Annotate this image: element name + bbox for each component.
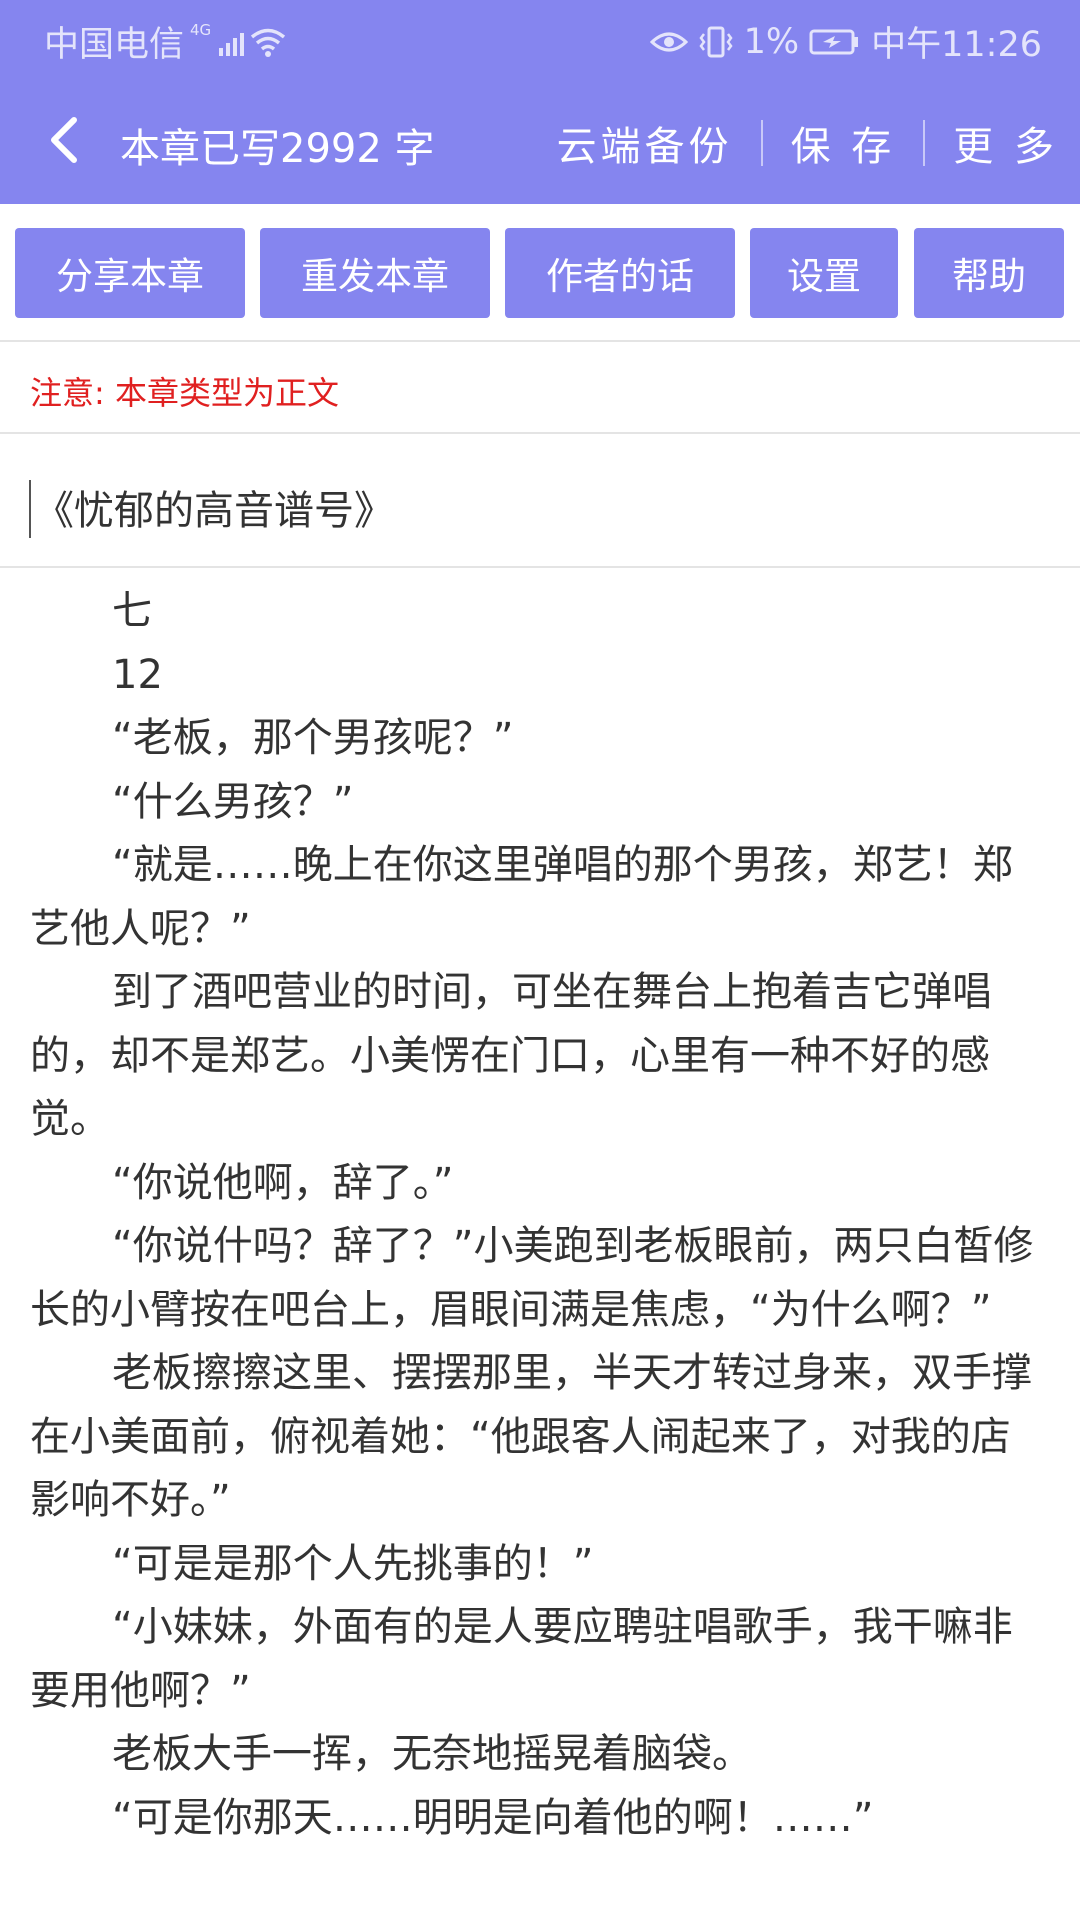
battery-icon bbox=[809, 29, 859, 54]
network-type: 4G bbox=[190, 20, 212, 39]
chapter-word-count: 本章已写2992 字 bbox=[120, 126, 435, 172]
body-paragraph: 12 bbox=[112, 651, 163, 698]
share-chapter-button[interactable]: 分享本章 bbox=[15, 228, 245, 318]
notice-text: 注意: 本章类型为正文 bbox=[30, 374, 339, 412]
chapter-body-editor[interactable]: 七 12 “老板，那个男孩呢？” “什么男孩？” “就是……晚上在你这里弹唱的那个男孩，… bbox=[30, 580, 1046, 1920]
battery-percent: 1% bbox=[743, 21, 800, 62]
chapter-type-notice: 注意: 本章类型为正文 bbox=[0, 342, 1080, 434]
cloud-backup-button[interactable]: 云端备份 bbox=[529, 114, 761, 172]
body-paragraph: “小妹妹，外面有的是人要应聘驻唱歌手，我干嘛非要用他啊？” bbox=[30, 1604, 1013, 1714]
status-bar: 中国电信 4G 1% 中午11:26 bbox=[0, 0, 1080, 78]
body-paragraph: 到了酒吧营业的时间，可坐在舞台上抱着吉它弹唱的，却不是郑艺。小美愣在门口，心里有… bbox=[30, 969, 992, 1142]
body-paragraph: “老板，那个男孩呢？” bbox=[112, 715, 514, 761]
more-button[interactable]: 更 多 bbox=[925, 114, 1058, 172]
chapter-title[interactable]: 《忧郁的高音谱号》 bbox=[34, 478, 394, 536]
wifi-icon bbox=[251, 28, 286, 57]
text-cursor bbox=[29, 480, 31, 538]
body-paragraph: “什么男孩？” bbox=[112, 778, 354, 825]
settings-button[interactable]: 设置 bbox=[750, 228, 898, 318]
toolbar: 分享本章 重发本章 作者的话 设置 帮助 bbox=[0, 204, 1080, 342]
vibrate-icon bbox=[699, 26, 733, 57]
body-paragraph: 七 bbox=[112, 588, 152, 634]
body-paragraph: 老板擦擦这里、摆摆那里，半天才转过身来，双手撑在小美面前，俯视着她：“他跟客人闹… bbox=[30, 1350, 1032, 1523]
body-paragraph: “就是……晚上在你这里弹唱的那个男孩，郑艺！郑艺他人呢？” bbox=[30, 842, 1013, 952]
republish-chapter-button[interactable]: 重发本章 bbox=[260, 228, 490, 318]
clock: 中午11:26 bbox=[871, 25, 1042, 65]
carrier-label: 中国电信 bbox=[44, 25, 185, 65]
header-actions: 云端备份 保 存 更 多 bbox=[529, 114, 1058, 172]
chapter-title-field[interactable]: 《忧郁的高音谱号》 bbox=[0, 434, 1080, 568]
back-arrow-icon bbox=[51, 117, 77, 163]
status-right: 1% 中午11:26 bbox=[649, 16, 1042, 67]
eye-icon bbox=[649, 32, 688, 51]
help-button[interactable]: 帮助 bbox=[914, 228, 1064, 318]
app-bar: 本章已写2992 字 云端备份 保 存 更 多 bbox=[0, 78, 1080, 204]
body-paragraph: “你说他啊，辞了。” bbox=[112, 1159, 454, 1206]
body-paragraph: “可是你那天……明明是向着他的啊！……” bbox=[112, 1794, 874, 1841]
back-button[interactable] bbox=[36, 110, 96, 170]
body-paragraph: “可是是那个人先挑事的！” bbox=[112, 1540, 594, 1587]
signal-icon bbox=[219, 28, 245, 56]
status-left: 中国电信 4G bbox=[44, 16, 286, 67]
author-note-button[interactable]: 作者的话 bbox=[505, 228, 735, 318]
body-paragraph: “你说什吗？辞了？”小美跑到老板眼前，两只白皙修长的小臂按在吧台上，眉眼间满是焦… bbox=[30, 1223, 1034, 1333]
save-button[interactable]: 保 存 bbox=[763, 114, 924, 172]
body-paragraph: 老板大手一挥，无奈地摇晃着脑袋。 bbox=[112, 1731, 752, 1777]
